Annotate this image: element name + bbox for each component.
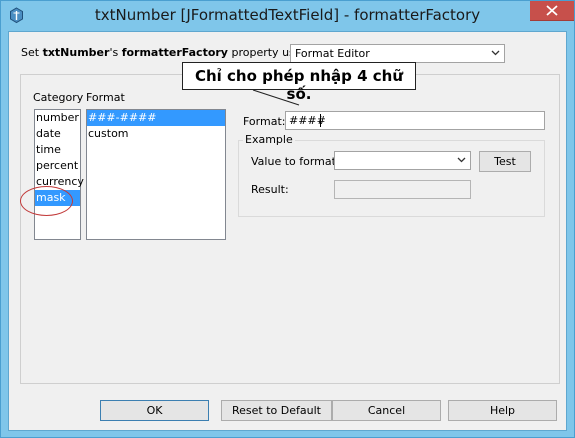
property-prefix: Set: [21, 46, 43, 59]
window-title: txtNumber [JFormattedTextField] - format…: [94, 6, 481, 24]
format-item[interactable]: custom: [87, 126, 225, 142]
format-field-label: Format:: [243, 115, 286, 128]
value-to-format-select[interactable]: [334, 151, 471, 170]
category-item[interactable]: date: [35, 126, 80, 142]
category-item[interactable]: percent: [35, 158, 80, 174]
value-to-format-label: Value to format:: [251, 155, 340, 168]
annotation-text: Chỉ cho phép nhập 4 chữ số.: [194, 67, 404, 103]
format-label: Format: [86, 91, 125, 104]
property-description: Set txtNumber's formatterFactory propert…: [21, 46, 316, 59]
ok-button[interactable]: OK: [100, 400, 209, 421]
format-editor-panel: Category Format number date time percent cur…: [20, 74, 560, 384]
category-item[interactable]: number: [35, 110, 80, 126]
category-label: Category: [33, 91, 84, 104]
format-input[interactable]: ####: [285, 111, 545, 130]
format-item[interactable]: ###-####: [87, 110, 225, 126]
close-icon: [546, 5, 558, 16]
editor-select-value: Format Editor: [295, 47, 370, 60]
example-label: Example: [243, 133, 295, 146]
cancel-button[interactable]: Cancel: [332, 400, 441, 421]
help-button[interactable]: Help: [448, 400, 557, 421]
test-button[interactable]: Test: [479, 151, 531, 172]
annotation-callout: Chỉ cho phép nhập 4 chữ số.: [182, 62, 416, 103]
reset-to-default-button[interactable]: Reset to Default: [221, 400, 332, 421]
dialog-window: txtNumber [JFormattedTextField] - format…: [0, 0, 575, 438]
title-bar[interactable]: txtNumber [JFormattedTextField] - format…: [1, 1, 574, 31]
result-label: Result:: [251, 183, 289, 196]
editor-select[interactable]: Format Editor: [290, 44, 505, 63]
format-list[interactable]: ###-#### custom: [86, 109, 226, 240]
result-field: [334, 180, 471, 199]
chevron-down-icon: [491, 50, 500, 56]
property-possessive: 's: [109, 46, 122, 59]
text-caret: [320, 114, 321, 127]
category-list[interactable]: number date time percent currency mask: [34, 109, 84, 240]
close-button[interactable]: [530, 1, 574, 21]
mask-highlight-ellipse: [20, 186, 73, 216]
component-name: txtNumber: [42, 46, 110, 59]
property-name: formatterFactory: [121, 46, 228, 59]
chevron-down-icon: [457, 157, 466, 163]
category-item[interactable]: time: [35, 142, 80, 158]
